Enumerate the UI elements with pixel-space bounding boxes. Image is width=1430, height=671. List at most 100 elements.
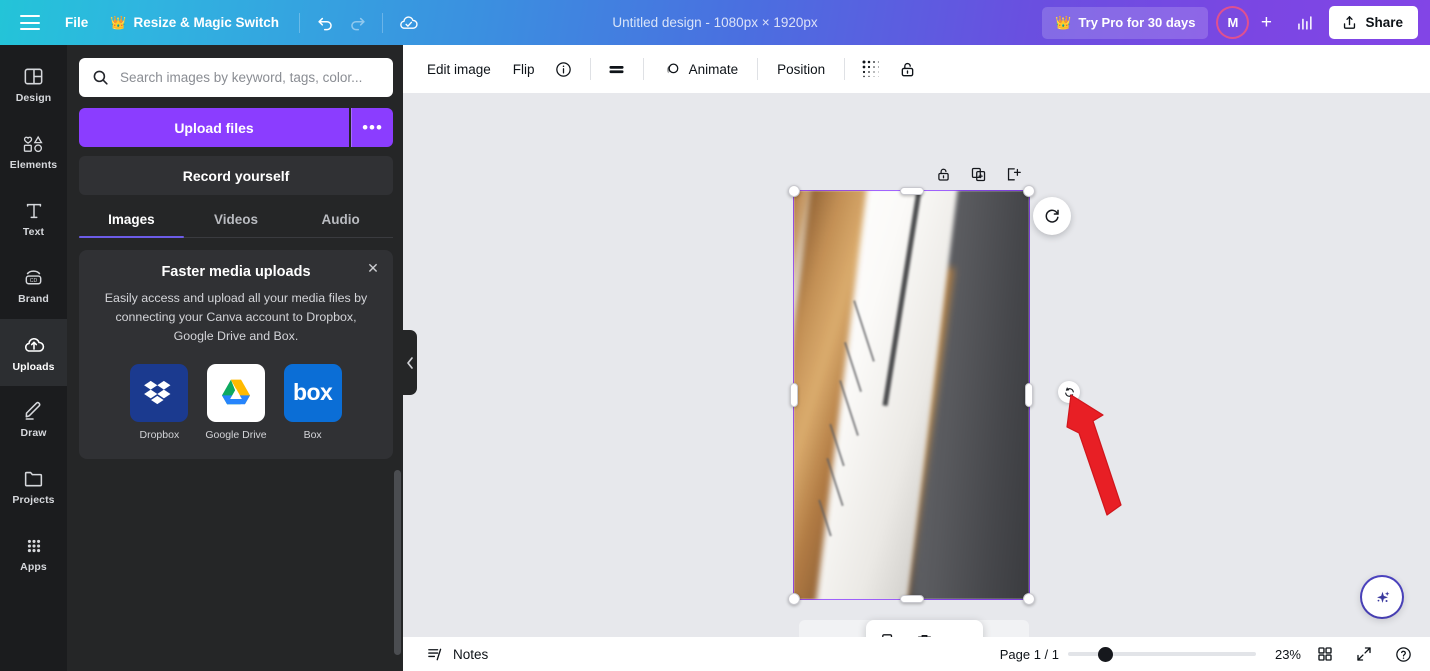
sidebar-item-text[interactable]: Text bbox=[0, 185, 67, 252]
rotate-handle[interactable] bbox=[1033, 197, 1071, 235]
sidebar-item-projects[interactable]: Projects bbox=[0, 453, 67, 520]
search-input[interactable] bbox=[120, 70, 381, 85]
promo-body: Easily access and upload all your media … bbox=[104, 291, 368, 344]
more-horizontal-icon[interactable]: ••• bbox=[351, 108, 393, 147]
rotate-icon bbox=[1045, 209, 1059, 223]
draw-icon bbox=[25, 401, 41, 420]
panel-collapse-button[interactable] bbox=[403, 330, 417, 395]
magic-assistant-button[interactable] bbox=[1362, 577, 1402, 617]
record-yourself-button[interactable]: Record yourself bbox=[79, 156, 393, 195]
media-tabs: Images Videos Audio bbox=[79, 201, 393, 238]
avatar[interactable]: M bbox=[1218, 8, 1248, 37]
grid-view-icon[interactable] bbox=[1310, 640, 1340, 668]
sidebar-item-uploads[interactable]: Uploads bbox=[0, 319, 67, 386]
file-menu-button[interactable]: File bbox=[54, 8, 99, 38]
image-context-toolbar: Edit image Flip Animate Position bbox=[403, 45, 1430, 93]
elements-icon bbox=[23, 135, 43, 153]
notes-icon bbox=[428, 648, 442, 660]
transparency-icon[interactable] bbox=[600, 53, 634, 85]
flip-button[interactable]: Flip bbox=[503, 53, 545, 85]
connect-google-drive-button[interactable]: Google Drive bbox=[205, 363, 267, 441]
sidebar-item-elements[interactable]: Elements bbox=[0, 118, 67, 185]
svg-text:CD: CD bbox=[30, 278, 38, 284]
crown-icon: 👑 bbox=[110, 14, 127, 30]
share-button[interactable]: Share bbox=[1329, 6, 1418, 39]
resize-handle-bottom-right[interactable] bbox=[1023, 593, 1035, 605]
dropbox-icon bbox=[130, 363, 189, 422]
search-box[interactable] bbox=[79, 58, 393, 97]
divider bbox=[844, 58, 846, 80]
add-page-icon[interactable] bbox=[1000, 161, 1026, 187]
canvas-area: Edit image Flip Animate Position Notes P… bbox=[403, 45, 1430, 671]
resize-handle-bottom[interactable] bbox=[899, 595, 924, 603]
tab-videos[interactable]: Videos bbox=[184, 201, 289, 237]
close-icon[interactable]: ✕ bbox=[363, 258, 383, 278]
sidebar-item-label: Elements bbox=[9, 159, 58, 171]
top-bar-left: File 👑 Resize & Magic Switch bbox=[0, 7, 424, 39]
design-stage[interactable] bbox=[403, 93, 1430, 671]
redo-icon[interactable] bbox=[341, 7, 373, 39]
animate-button[interactable]: Animate bbox=[653, 53, 749, 85]
sidebar-item-design[interactable]: Design bbox=[0, 51, 67, 118]
projects-icon bbox=[24, 471, 43, 487]
chevron-left-icon bbox=[407, 356, 413, 369]
promo-app-list: Dropbox Google Drive box Box bbox=[95, 363, 377, 441]
text-icon bbox=[26, 203, 41, 218]
lock-open-icon[interactable] bbox=[930, 161, 956, 187]
add-collaborator-button[interactable]: + bbox=[1252, 9, 1280, 37]
tab-label: Audio bbox=[321, 212, 360, 227]
sidebar-item-label: Text bbox=[22, 225, 45, 238]
promo-title: Faster media uploads bbox=[161, 264, 311, 280]
sidebar-item-label: Design bbox=[15, 92, 52, 104]
resize-handle-right[interactable] bbox=[1025, 383, 1033, 407]
resize-magic-switch-button[interactable]: 👑 Resize & Magic Switch bbox=[99, 8, 290, 38]
bottom-bar-right: Page 1 / 1 23% bbox=[1000, 640, 1418, 668]
image-content bbox=[794, 191, 1029, 599]
try-pro-label: Try Pro for 30 days bbox=[1078, 15, 1196, 30]
connect-dropbox-button[interactable]: Dropbox bbox=[130, 363, 189, 441]
connect-box-button[interactable]: box Box bbox=[283, 363, 342, 441]
app-name: Box bbox=[303, 428, 322, 441]
duplicate-icon[interactable] bbox=[965, 161, 991, 187]
lock-open-icon[interactable] bbox=[890, 53, 924, 85]
expand-icon[interactable] bbox=[1349, 640, 1379, 668]
upload-files-button[interactable]: Upload files bbox=[79, 108, 349, 147]
edit-image-button[interactable]: Edit image bbox=[417, 53, 501, 85]
zoom-slider[interactable] bbox=[1068, 646, 1256, 662]
try-pro-button[interactable]: 👑 Try Pro for 30 days bbox=[1042, 6, 1209, 39]
tab-label: Videos bbox=[213, 212, 259, 227]
bar-chart-icon[interactable] bbox=[1288, 7, 1320, 39]
zoom-track bbox=[1068, 652, 1256, 656]
notes-button[interactable]: Notes bbox=[417, 641, 497, 668]
panel-scrollbar[interactable] bbox=[394, 470, 401, 655]
help-icon[interactable] bbox=[1388, 640, 1418, 668]
brand-icon: CD bbox=[25, 270, 42, 285]
upload-actions: Upload files ••• bbox=[79, 108, 393, 147]
tab-images[interactable]: Images bbox=[79, 201, 184, 238]
position-button[interactable]: Position bbox=[767, 53, 835, 85]
resize-handle-top[interactable] bbox=[899, 187, 924, 195]
selected-image[interactable] bbox=[788, 185, 1035, 605]
uploads-panel: Upload files ••• Record yourself Images … bbox=[67, 45, 403, 671]
page-indicator: Page 1 / 1 bbox=[999, 646, 1059, 662]
left-rail: Design Elements Text CD Brand Uploads Dr… bbox=[0, 45, 67, 671]
tab-audio[interactable]: Audio bbox=[288, 201, 393, 237]
app-name: Dropbox bbox=[139, 428, 180, 441]
sidebar-item-draw[interactable]: Draw bbox=[0, 386, 67, 453]
zoom-percent: 23% bbox=[1274, 646, 1301, 662]
top-bar-right: 👑 Try Pro for 30 days M + Share bbox=[1042, 6, 1430, 39]
zoom-knob[interactable] bbox=[1098, 646, 1113, 662]
halftone-icon[interactable] bbox=[854, 53, 888, 85]
sidebar-item-brand[interactable]: CD Brand bbox=[0, 252, 67, 319]
resize-handle-bottom-left[interactable] bbox=[788, 593, 800, 605]
position-label: Position bbox=[777, 61, 826, 77]
divider bbox=[589, 58, 591, 80]
undo-icon[interactable] bbox=[309, 7, 341, 39]
resize-handle-top-left[interactable] bbox=[788, 185, 800, 197]
info-icon[interactable] bbox=[547, 53, 581, 85]
resize-handle-left[interactable] bbox=[790, 383, 798, 407]
divider bbox=[382, 12, 383, 33]
sidebar-item-apps[interactable]: Apps bbox=[0, 520, 67, 587]
cloud-check-icon[interactable] bbox=[392, 7, 424, 39]
hamburger-icon[interactable] bbox=[14, 7, 46, 39]
